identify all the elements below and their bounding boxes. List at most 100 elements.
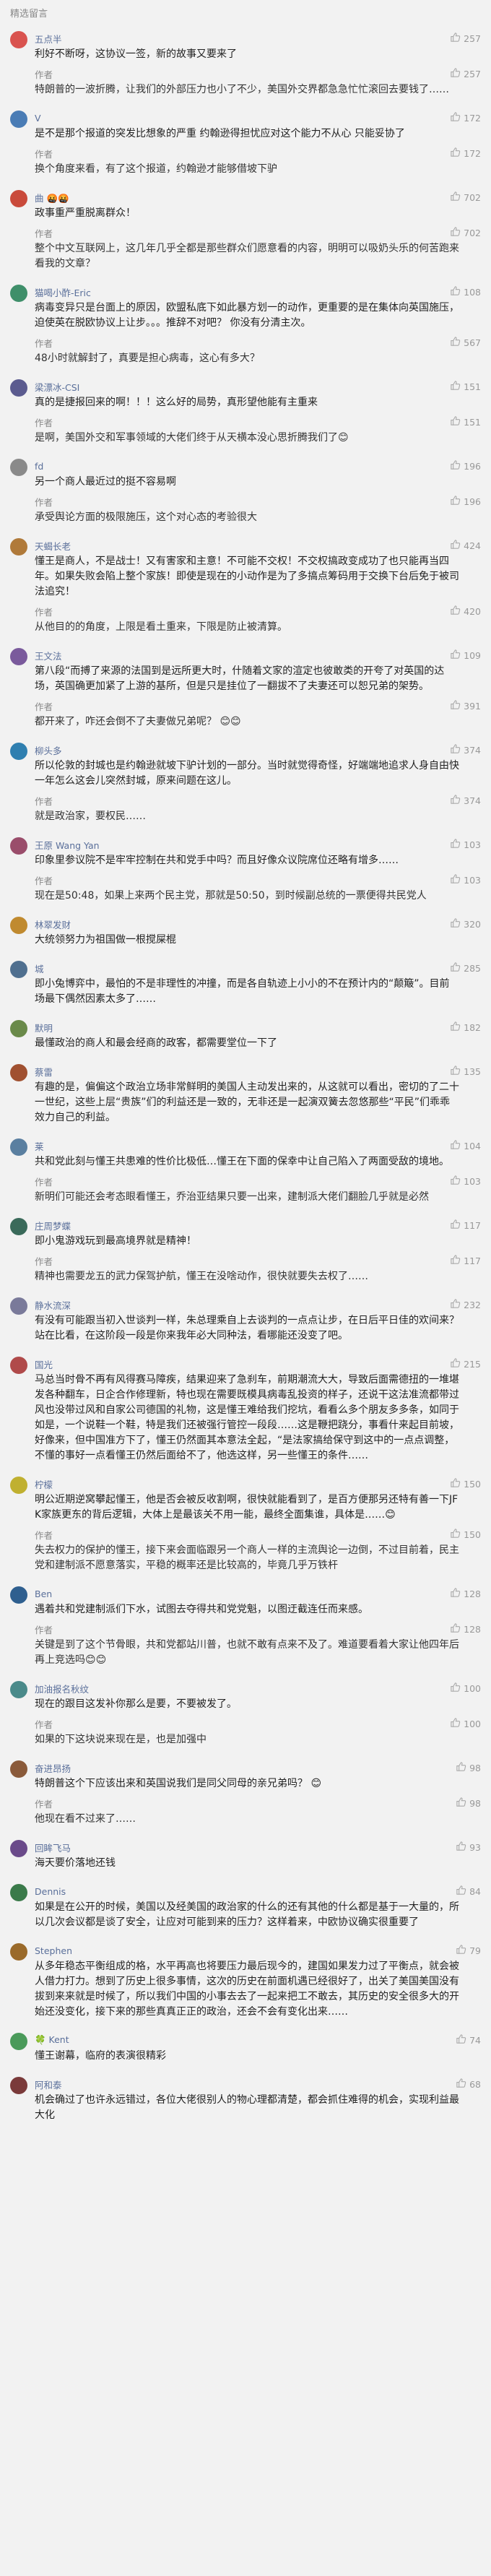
- commenter-name[interactable]: 天蝎长老: [35, 539, 71, 553]
- commenter-name[interactable]: Ben: [35, 1589, 52, 1599]
- like-button[interactable]: 128: [450, 1587, 481, 1600]
- thumbs-up-icon[interactable]: [450, 226, 464, 239]
- like-button[interactable]: 135: [450, 1065, 481, 1078]
- commenter-name[interactable]: fd: [35, 461, 43, 472]
- thumbs-up-icon[interactable]: [450, 1622, 464, 1635]
- like-button[interactable]: 93: [456, 1841, 481, 1854]
- commenter-name[interactable]: 柳头多: [35, 743, 62, 757]
- like-button[interactable]: 151: [450, 380, 481, 393]
- avatar[interactable]: [10, 1681, 27, 1698]
- avatar[interactable]: [10, 285, 27, 302]
- like-button[interactable]: 98: [456, 1797, 481, 1810]
- avatar[interactable]: [10, 1760, 27, 1778]
- like-button[interactable]: 104: [450, 1139, 481, 1152]
- thumbs-up-icon[interactable]: [450, 1139, 464, 1152]
- like-button[interactable]: 232: [450, 1298, 481, 1311]
- thumbs-up-icon[interactable]: [450, 699, 464, 712]
- commenter-name[interactable]: 王原 Wang Yan: [35, 838, 100, 852]
- like-button[interactable]: 100: [450, 1717, 481, 1730]
- commenter-name[interactable]: 奋进昂扬: [35, 1761, 71, 1775]
- like-button[interactable]: 257: [450, 67, 481, 80]
- commenter-name[interactable]: Dennis: [35, 1886, 66, 1897]
- thumbs-up-icon[interactable]: [450, 1477, 464, 1490]
- thumbs-up-icon[interactable]: [450, 917, 464, 930]
- thumbs-up-icon[interactable]: [450, 1175, 464, 1188]
- avatar[interactable]: [10, 1218, 27, 1235]
- thumbs-up-icon[interactable]: [450, 32, 464, 45]
- thumbs-up-icon[interactable]: [450, 838, 464, 851]
- like-button[interactable]: 182: [450, 1021, 481, 1034]
- avatar[interactable]: [10, 1943, 27, 1961]
- commenter-name[interactable]: 默明: [35, 1021, 53, 1034]
- commenter-name[interactable]: V: [35, 113, 41, 124]
- like-button[interactable]: 285: [450, 961, 481, 974]
- thumbs-up-icon[interactable]: [450, 1219, 464, 1232]
- avatar[interactable]: [10, 379, 27, 397]
- like-button[interactable]: 374: [450, 794, 481, 807]
- like-button[interactable]: 172: [450, 147, 481, 160]
- thumbs-up-icon[interactable]: [450, 111, 464, 124]
- like-button[interactable]: 567: [450, 336, 481, 349]
- thumbs-up-icon[interactable]: [456, 2033, 469, 2046]
- avatar[interactable]: [10, 2033, 27, 2050]
- thumbs-up-icon[interactable]: [450, 605, 464, 618]
- commenter-name[interactable]: 林翠发财: [35, 917, 71, 931]
- commenter-name[interactable]: 🍀 Kent: [35, 2034, 69, 2046]
- like-button[interactable]: 424: [450, 539, 481, 552]
- like-button[interactable]: 79: [456, 1944, 481, 1957]
- avatar[interactable]: [10, 1586, 27, 1604]
- commenter-name[interactable]: 梁漂冰-CSI: [35, 380, 79, 394]
- avatar[interactable]: [10, 1357, 27, 1374]
- avatar[interactable]: [10, 31, 27, 48]
- commenter-name[interactable]: 阿和泰: [35, 2078, 62, 2091]
- like-button[interactable]: 117: [450, 1254, 481, 1267]
- thumbs-up-icon[interactable]: [450, 336, 464, 349]
- like-button[interactable]: 108: [450, 285, 481, 298]
- thumbs-up-icon[interactable]: [456, 1841, 469, 1854]
- like-button[interactable]: 391: [450, 699, 481, 712]
- like-button[interactable]: 109: [450, 649, 481, 662]
- commenter-name[interactable]: 加油报名秋纹: [35, 1682, 89, 1695]
- like-button[interactable]: 702: [450, 191, 481, 204]
- like-button[interactable]: 374: [450, 743, 481, 756]
- avatar[interactable]: [10, 743, 27, 760]
- commenter-name[interactable]: 柠檬: [35, 1477, 53, 1491]
- like-button[interactable]: 196: [450, 495, 481, 508]
- commenter-name[interactable]: 蔡雷: [35, 1065, 53, 1079]
- thumbs-up-icon[interactable]: [450, 873, 464, 886]
- commenter-name[interactable]: 猫喝小酢-Eric: [35, 285, 91, 299]
- commenter-name[interactable]: Stephen: [35, 1945, 72, 1956]
- like-button[interactable]: 98: [456, 1761, 481, 1774]
- thumbs-up-icon[interactable]: [450, 539, 464, 552]
- thumbs-up-icon[interactable]: [450, 1682, 464, 1695]
- avatar[interactable]: [10, 2077, 27, 2094]
- commenter-name[interactable]: 城: [35, 961, 44, 975]
- commenter-name[interactable]: 五点半: [35, 32, 62, 46]
- thumbs-up-icon[interactable]: [450, 380, 464, 393]
- thumbs-up-icon[interactable]: [450, 743, 464, 756]
- commenter-name[interactable]: 回眸飞马: [35, 1841, 71, 1854]
- avatar[interactable]: [10, 1297, 27, 1315]
- like-button[interactable]: 151: [450, 415, 481, 428]
- thumbs-up-icon[interactable]: [450, 1298, 464, 1311]
- thumbs-up-icon[interactable]: [456, 1761, 469, 1774]
- like-button[interactable]: 320: [450, 917, 481, 930]
- thumbs-up-icon[interactable]: [450, 1065, 464, 1078]
- like-button[interactable]: 172: [450, 111, 481, 124]
- avatar[interactable]: [10, 1020, 27, 1037]
- thumbs-up-icon[interactable]: [450, 1528, 464, 1541]
- thumbs-up-icon[interactable]: [456, 2078, 469, 2091]
- thumbs-up-icon[interactable]: [450, 495, 464, 508]
- avatar[interactable]: [10, 961, 27, 978]
- commenter-name[interactable]: 莱: [35, 1139, 44, 1153]
- like-button[interactable]: 74: [456, 2033, 481, 2046]
- commenter-name[interactable]: 曲 🤬🤬: [35, 191, 69, 204]
- thumbs-up-icon[interactable]: [450, 191, 464, 204]
- like-button[interactable]: 702: [450, 226, 481, 239]
- thumbs-up-icon[interactable]: [450, 1357, 464, 1370]
- like-button[interactable]: 150: [450, 1528, 481, 1541]
- thumbs-up-icon[interactable]: [450, 649, 464, 662]
- thumbs-up-icon[interactable]: [450, 285, 464, 298]
- thumbs-up-icon[interactable]: [450, 459, 464, 472]
- like-button[interactable]: 68: [456, 2078, 481, 2091]
